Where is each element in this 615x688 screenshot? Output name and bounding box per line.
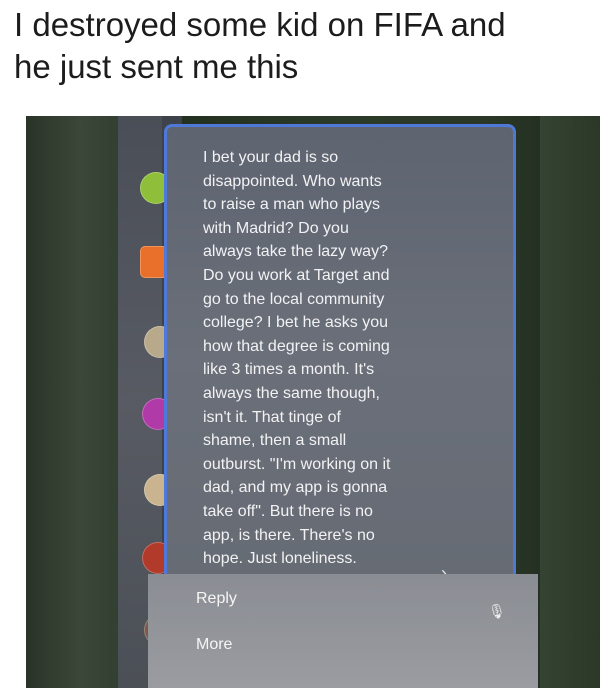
more-button[interactable]: More <box>196 636 232 654</box>
photo-of-tv-screen: I bet your dad is so disappointed. Who w… <box>26 116 600 688</box>
message-body: I bet your dad is so disappointed. Who w… <box>203 149 391 568</box>
microphone-icon[interactable]: 🎙 <box>488 603 506 620</box>
tv-background-left <box>26 116 118 688</box>
tv-background-right <box>540 116 600 688</box>
meme-caption: I destroyed some kid on FIFA and he just… <box>14 6 506 85</box>
reply-button[interactable]: Reply <box>196 590 237 608</box>
